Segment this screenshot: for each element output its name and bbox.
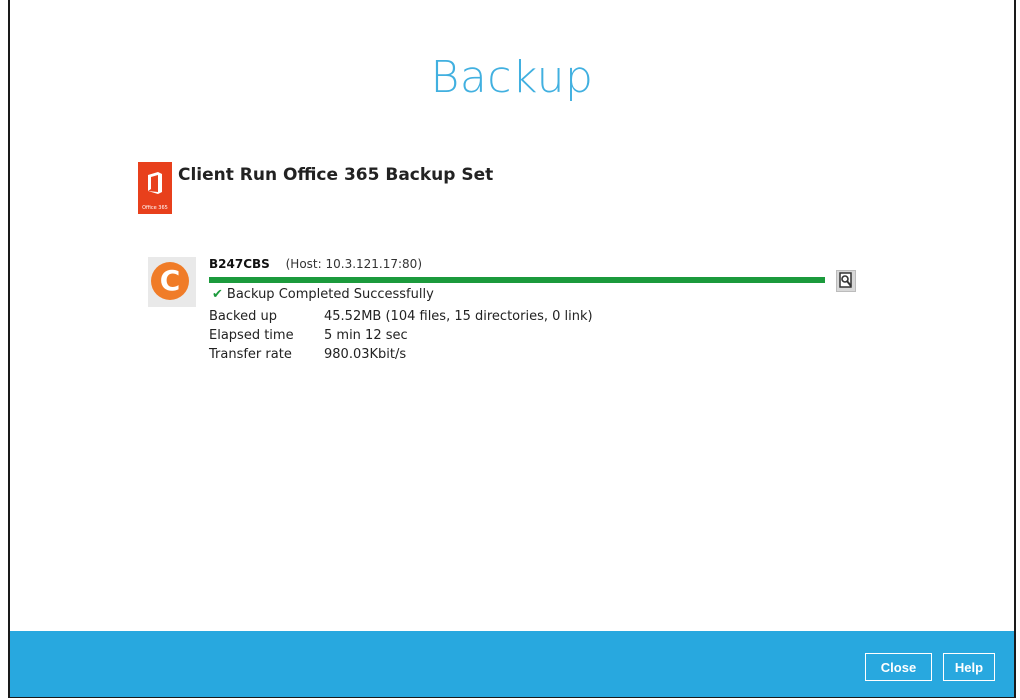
stat-row-transfer-rate: Transfer rate 980.03Kbit/s xyxy=(209,345,593,364)
check-icon: ✔ xyxy=(212,287,223,302)
office-glyph-icon xyxy=(148,172,162,194)
backup-window: Backup Office 365 Client Run Office 365 … xyxy=(8,0,1016,698)
view-log-button[interactable] xyxy=(836,270,856,292)
cbs-destination-icon: C xyxy=(148,257,196,307)
stat-value: 45.52MB (104 files, 15 directories, 0 li… xyxy=(324,309,593,324)
backup-status: ✔ Backup Completed Successfully xyxy=(212,287,434,302)
backup-progress-bar xyxy=(209,277,825,283)
close-button[interactable]: Close xyxy=(865,653,932,681)
progress-fill xyxy=(209,277,825,283)
footer-bar: Close Help xyxy=(10,631,1014,697)
backup-status-text: Backup Completed Successfully xyxy=(226,287,434,302)
backup-set: Office 365 Client Run Office 365 Backup … xyxy=(138,162,493,214)
office365-icon: Office 365 xyxy=(138,162,172,214)
stat-value: 5 min 12 sec xyxy=(324,328,408,343)
stat-label: Elapsed time xyxy=(209,328,294,343)
destination-host: (Host: 10.3.121.17:80) xyxy=(285,257,423,271)
help-button[interactable]: Help xyxy=(943,653,995,681)
office365-caption: Office 365 xyxy=(142,205,168,211)
stat-value: 980.03Kbit/s xyxy=(324,347,407,362)
backup-stats: Backed up 45.52MB (104 files, 15 directo… xyxy=(209,307,593,364)
stat-row-backed-up: Backed up 45.52MB (104 files, 15 directo… xyxy=(209,307,593,326)
destination-header: B247CBS (Host: 10.3.121.17:80) xyxy=(209,257,422,271)
backup-set-name: Client Run Office 365 Backup Set xyxy=(178,165,494,185)
page-title: Backup xyxy=(430,52,594,103)
magnify-log-icon xyxy=(839,272,852,288)
stat-row-elapsed-time: Elapsed time 5 min 12 sec xyxy=(209,326,593,345)
destination-name: B247CBS xyxy=(209,257,270,271)
cbs-logo-letter: C xyxy=(151,262,189,300)
stat-label: Transfer rate xyxy=(209,347,292,362)
stat-label: Backed up xyxy=(209,309,277,324)
